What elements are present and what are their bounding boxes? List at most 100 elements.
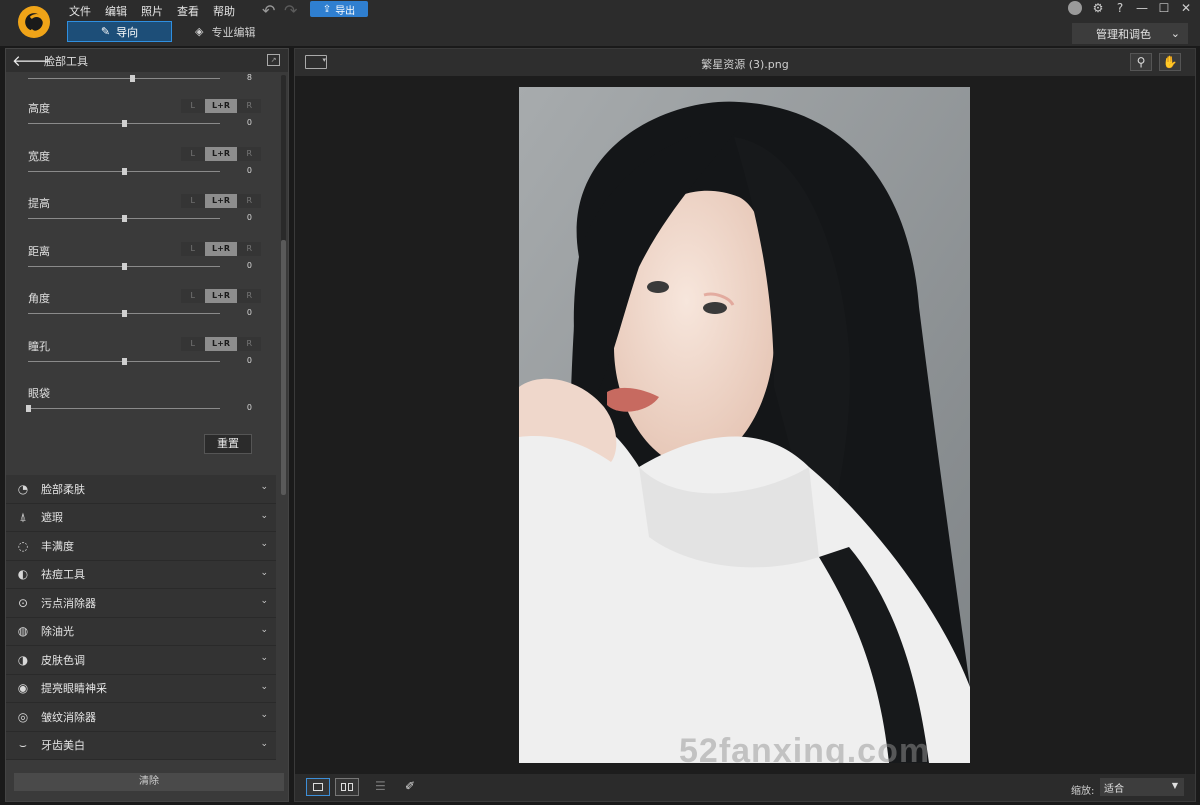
slider-track[interactable]: [28, 78, 220, 79]
zoom-value: 适合: [1104, 784, 1124, 795]
eye-side-left-button[interactable]: L: [181, 337, 205, 351]
tool-list: ◔ 脸部柔肤 ⌄ ⍋ 遮瑕 ⌄ ◌ 丰满度 ⌄ ◐ 祛痘工具 ⌄ ⊙ 污点消除器 ⌄ ◍ 除油光 ⌄ ◑ 皮肤色调 ⌄ ◉…: [6, 475, 276, 760]
concealer-icon: ⍋: [19, 510, 27, 525]
back-arrow-icon[interactable]: 🡐: [12, 51, 52, 70]
tool-item[interactable]: ◑ 皮肤色调 ⌄: [6, 646, 276, 675]
tool-item[interactable]: ◎ 皱纹消除器 ⌄: [6, 703, 276, 732]
portrait-image: [519, 87, 970, 763]
single-view-icon: [313, 783, 323, 791]
image-canvas[interactable]: 52fanxing.com: [295, 76, 1195, 774]
slider-label: 瞳孔: [28, 339, 50, 353]
notification-icon[interactable]: [1068, 1, 1082, 15]
eye-side-right-button[interactable]: R: [237, 289, 261, 303]
slider-thumb[interactable]: [26, 405, 31, 412]
eye-side-left-button[interactable]: L: [181, 242, 205, 256]
slider-value: 0: [246, 403, 252, 412]
tool-item[interactable]: ⌣ 牙齿美白 ⌄: [6, 732, 276, 760]
hand-tool-icon[interactable]: ✋: [1159, 53, 1181, 71]
eye-side-left-button[interactable]: L: [181, 99, 205, 113]
tool-label: 遮瑕: [41, 511, 63, 525]
menu-help[interactable]: 帮助: [213, 3, 243, 19]
slider-row: 距离 L L+R R 0: [6, 241, 276, 289]
tool-item[interactable]: ◍ 除油光 ⌄: [6, 618, 276, 646]
slider-row: 宽度 L L+R R 0: [6, 146, 276, 194]
compare-view-button[interactable]: [335, 778, 359, 796]
tool-item[interactable]: ◐ 祛痘工具 ⌄: [6, 561, 276, 589]
eye-side-right-button[interactable]: R: [237, 337, 261, 351]
eye-side-both-button[interactable]: L+R: [204, 289, 238, 303]
teeth-whiten-icon: ⌣: [19, 738, 27, 753]
zoom-tool-icon[interactable]: ⚲: [1130, 53, 1152, 71]
eye-side-both-button[interactable]: L+R: [204, 336, 238, 351]
portrait-photo[interactable]: 52fanxing.com: [519, 87, 970, 763]
title-bar: 文件 编辑 照片 查看 帮助 ↶ ↷ ⇪ 导出 ✎ 导向 ◈ 专业编辑 ⚙ ? …: [0, 0, 1200, 46]
brush-eraser-icon[interactable]: ✐: [405, 779, 415, 793]
slider-thumb[interactable]: [122, 262, 127, 270]
tool-item[interactable]: ◉ 提亮眼睛神采 ⌄: [6, 675, 276, 703]
single-view-button[interactable]: [306, 778, 330, 796]
panel-scrollbar[interactable]: [281, 75, 286, 495]
tool-item[interactable]: ⊙ 污点消除器 ⌄: [6, 589, 276, 618]
panel-popout-icon[interactable]: ↗: [267, 54, 280, 66]
face-brush-icon: ◔: [17, 481, 29, 496]
tab-guide[interactable]: ✎ 导向: [67, 21, 172, 42]
eye-side-right-button[interactable]: R: [237, 242, 261, 256]
app-logo-icon: [18, 6, 50, 38]
slider-label: 距离: [28, 244, 50, 258]
menu-edit[interactable]: 编辑: [105, 3, 135, 19]
close-icon[interactable]: ✕: [1180, 1, 1192, 15]
tool-label: 祛痘工具: [41, 568, 85, 582]
compare-layout-icon[interactable]: ☰: [375, 779, 386, 793]
volume-icon: ◌: [17, 538, 29, 553]
menu-photo[interactable]: 照片: [141, 3, 171, 19]
chevron-down-icon: ⌄: [260, 681, 268, 692]
eye-side-both-button[interactable]: L+R: [204, 194, 238, 208]
eye-side-right-button[interactable]: R: [237, 147, 261, 161]
eye-side-left-button[interactable]: L: [181, 147, 205, 161]
export-button[interactable]: ⇪ 导出: [310, 1, 368, 17]
slider-value: 0: [246, 118, 252, 127]
help-icon[interactable]: ?: [1114, 1, 1126, 15]
eye-side-right-button[interactable]: R: [237, 99, 261, 113]
eye-side-left-button[interactable]: L: [181, 289, 205, 303]
menu-view[interactable]: 查看: [177, 3, 207, 19]
eye-side-both-button[interactable]: L+R: [204, 241, 238, 256]
chevron-down-icon: ⌄: [260, 710, 268, 720]
slider-track[interactable]: [28, 408, 220, 409]
slider-thumb[interactable]: [122, 357, 127, 365]
scrollbar-thumb[interactable]: [281, 240, 286, 495]
slider-thumb[interactable]: [122, 120, 127, 127]
tool-item[interactable]: ◌ 丰满度 ⌄: [6, 532, 276, 561]
minimize-icon[interactable]: —: [1136, 1, 1148, 15]
settings-gear-icon[interactable]: ⚙: [1092, 1, 1104, 15]
eye-side-both-button[interactable]: L+R: [204, 99, 238, 113]
reset-button[interactable]: 重置: [204, 434, 252, 454]
slider-label: 眼袋: [28, 387, 50, 400]
slider-thumb[interactable]: [122, 167, 127, 175]
eye-side-left-button[interactable]: L: [181, 194, 205, 208]
chevron-down-icon: ⌄: [260, 567, 268, 578]
slider-thumb[interactable]: [122, 310, 127, 317]
redo-icon[interactable]: ↷: [284, 1, 297, 20]
manage-and-grade-dropdown[interactable]: 管理和调色 ⌄: [1072, 23, 1188, 44]
chevron-down-icon: ⌄: [260, 653, 268, 663]
menu-file[interactable]: 文件: [69, 3, 99, 19]
chevron-down-icon: ⌄: [260, 482, 268, 492]
slider-row: 提高 L L+R R 0: [6, 194, 276, 241]
undo-icon[interactable]: ↶: [262, 1, 275, 20]
tab-pro-edit[interactable]: ◈ 专业编辑: [195, 21, 255, 42]
tool-item[interactable]: ⍋ 遮瑕 ⌄: [6, 504, 276, 532]
clear-button[interactable]: 清除: [14, 773, 284, 791]
slider-thumb[interactable]: [122, 215, 127, 222]
zoom-label: 缩放:: [1071, 786, 1095, 797]
eye-side-right-button[interactable]: R: [237, 194, 261, 208]
chevron-down-icon: ⌄: [260, 539, 268, 549]
maximize-icon[interactable]: ☐: [1158, 1, 1170, 15]
tool-label: 除油光: [41, 625, 74, 639]
tool-item[interactable]: ◔ 脸部柔肤 ⌄: [6, 475, 276, 504]
panel-header: 🡐 脸部工具 ↗: [6, 49, 288, 72]
eye-side-both-button[interactable]: L+R: [204, 146, 238, 161]
zoom-select[interactable]: 适合 ▼: [1100, 778, 1184, 796]
slider-thumb[interactable]: [129, 75, 135, 82]
compare-view-icon: [341, 783, 346, 791]
